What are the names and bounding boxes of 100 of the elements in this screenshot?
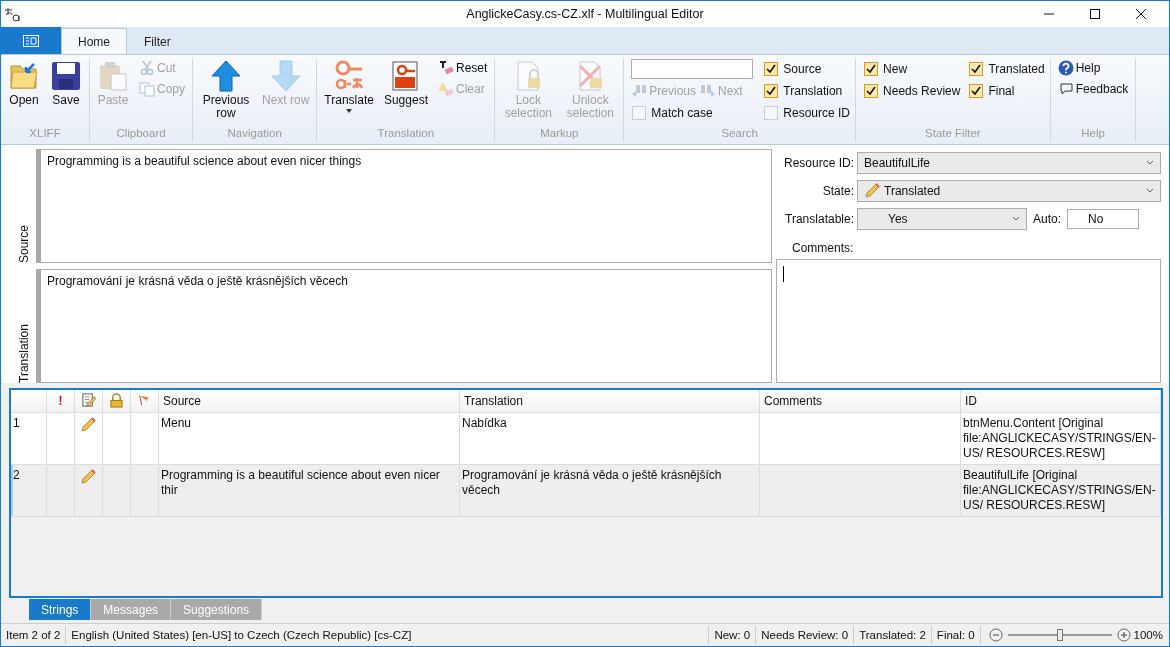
ribbon-button[interactable]: Translate: [322, 59, 376, 115]
row-number: 2: [11, 464, 47, 516]
close-icon[interactable]: [1135, 8, 1147, 21]
panel-tab[interactable]: Strings: [29, 598, 92, 621]
checkbox[interactable]: [632, 106, 647, 120]
status-count: Final: 0: [931, 626, 981, 645]
pencil-icon: [80, 415, 97, 432]
checkbox[interactable]: [969, 62, 984, 76]
checkbox-label: Needs Review: [883, 84, 961, 98]
row-number: 1: [11, 412, 47, 464]
padlock-icon[interactable]: [109, 393, 124, 409]
table-cell: Menu: [159, 412, 460, 464]
checkbox-label: Match case: [651, 106, 713, 120]
group-label: Help: [1080, 126, 1106, 141]
field-label: Translatable:: [784, 211, 855, 226]
down-arrow-icon: [269, 60, 302, 93]
column-header[interactable]: !: [47, 389, 75, 412]
scissors-icon: [139, 60, 155, 77]
warning-eraser-icon: [438, 81, 454, 98]
checkbox-label: Translated: [988, 62, 1045, 76]
eraser-icon: [438, 60, 454, 77]
checkbox[interactable]: [764, 62, 779, 76]
status-text: Item 2 of 2: [1, 626, 67, 645]
translation-text-box[interactable]: Programování je krásná věda o ještě krásnějších věcech: [36, 268, 772, 383]
zoom-level: 100%: [1133, 629, 1163, 642]
group-label: Markup: [539, 126, 580, 141]
field-label: Auto:: [1032, 211, 1063, 226]
file-menu-button[interactable]: [1, 27, 61, 55]
note-pencil-icon[interactable]: [81, 393, 96, 409]
checkbox[interactable]: [864, 84, 879, 98]
app-icon: [4, 6, 20, 23]
chevron-icon: [1146, 188, 1154, 194]
group-label: Navigation: [226, 126, 283, 141]
table-row[interactable]: 1 Menu Nabídka btnMenu.Content [Original file:ANGLICKECASY/STRINGS/EN-US/ RESOURCES.RESW]: [11, 412, 1161, 465]
field-label: Resource ID:: [782, 155, 855, 170]
pane-label: Source: [15, 223, 32, 263]
table-cell: btnMenu.Content [Original file:ANGLICKECASY/STRINGS/EN-US/ RESOURCES.RESW]: [961, 412, 1161, 464]
ribbon-button[interactable]: Help: [1055, 59, 1131, 78]
column-header[interactable]: ID: [961, 389, 1161, 412]
group-label: Clipboard: [115, 126, 167, 141]
table-row[interactable]: 2 Programming is a beautiful science about even nicer thir Programování je krásná věda o ještě krásnějších věcech BeautifulLife [Original file:ANGLICKECASY/STRINGS/EN-US/ RESOURCES.RESW]: [11, 464, 1161, 517]
window-title: AnglickeCasy.cs-CZ.xlf - Multilingual Editor: [466, 7, 704, 22]
clipboard-icon: [97, 60, 129, 93]
zoom-slider-thumb[interactable]: [1056, 629, 1063, 642]
ribbon-button[interactable]: Suggest: [381, 59, 430, 109]
table-cell: Nabídka: [460, 412, 760, 464]
binoculars-right-icon: [700, 83, 717, 100]
binoculars-left-icon: [631, 83, 648, 100]
status-text: English (United States) [en-US] to Czech (Czech Republic) [cs-CZ]: [66, 626, 710, 645]
ribbon-button[interactable]: Feedback: [1055, 80, 1131, 99]
checkbox-label: Final: [988, 84, 1015, 98]
checkbox-label: New: [883, 62, 908, 76]
table-cell: Programování je krásná věda o ještě krásnějších věcech: [460, 464, 760, 516]
status-count: Translated: 2: [854, 626, 932, 645]
help-icon: [1057, 60, 1074, 77]
source-text-box[interactable]: Programming is a beautiful science about even nicer things: [36, 148, 772, 263]
chevron-icon: [1146, 160, 1154, 166]
checkbox-label: Translation: [783, 84, 843, 98]
window-icon: [23, 35, 39, 47]
checkbox-label: Source: [783, 62, 822, 76]
ribbon-button[interactable]: Previous row: [198, 59, 254, 122]
ribbon-tab[interactable]: Filter: [127, 28, 188, 55]
status-count: Needs Review: 0: [756, 626, 855, 645]
ribbon-button[interactable]: Reset: [436, 59, 490, 78]
group-label: State Filter: [924, 126, 982, 141]
comments-field[interactable]: [776, 258, 1161, 383]
zoom-out-icon[interactable]: [988, 628, 1003, 643]
checkbox[interactable]: [764, 106, 779, 120]
search-field[interactable]: [631, 59, 754, 80]
ribbon-button[interactable]: Open: [6, 59, 42, 109]
column-header[interactable]: Comments: [760, 389, 961, 412]
column-header[interactable]: Source: [159, 389, 460, 412]
pencil-icon: [864, 182, 880, 199]
status-count: New: 0: [709, 626, 757, 645]
translatable-dropdown[interactable]: Yes: [857, 207, 1027, 230]
pencil-icon: [80, 467, 97, 484]
checkbox[interactable]: [764, 84, 779, 98]
maximize-icon[interactable]: [1089, 8, 1101, 21]
resource-id-dropdown[interactable]: BeautifulLife: [857, 151, 1161, 174]
chevron-icon: [1012, 216, 1020, 222]
ribbon-tab[interactable]: Home: [61, 28, 127, 55]
group-label: XLIFF: [28, 126, 62, 141]
copy-icon: [139, 81, 155, 98]
state-value: Translated: [884, 183, 941, 198]
checkbox[interactable]: [969, 84, 984, 98]
table-cell: Programming is a beautiful science about even nicer thir: [159, 464, 460, 516]
state-dropdown[interactable]: Translated: [857, 179, 1161, 202]
checkbox[interactable]: [864, 62, 879, 76]
zoom-in-icon[interactable]: [1116, 628, 1131, 643]
checkbox-label: Resource ID: [783, 106, 851, 120]
column-header[interactable]: Translation: [460, 389, 760, 412]
ribbon-button[interactable]: Save: [48, 59, 84, 109]
group-label: Search: [720, 126, 759, 141]
up-arrow-icon: [210, 60, 242, 93]
pane-label: Translation: [15, 322, 32, 383]
group-label: Translation: [376, 126, 436, 141]
field-label: Comments:: [791, 239, 855, 257]
field-label: State:: [821, 183, 855, 198]
auto-field[interactable]: No: [1067, 208, 1140, 229]
table-cell: BeautifulLife [Original file:ANGLICKECASY/STRINGS/EN-US/ RESOURCES.RESW]: [961, 464, 1161, 516]
